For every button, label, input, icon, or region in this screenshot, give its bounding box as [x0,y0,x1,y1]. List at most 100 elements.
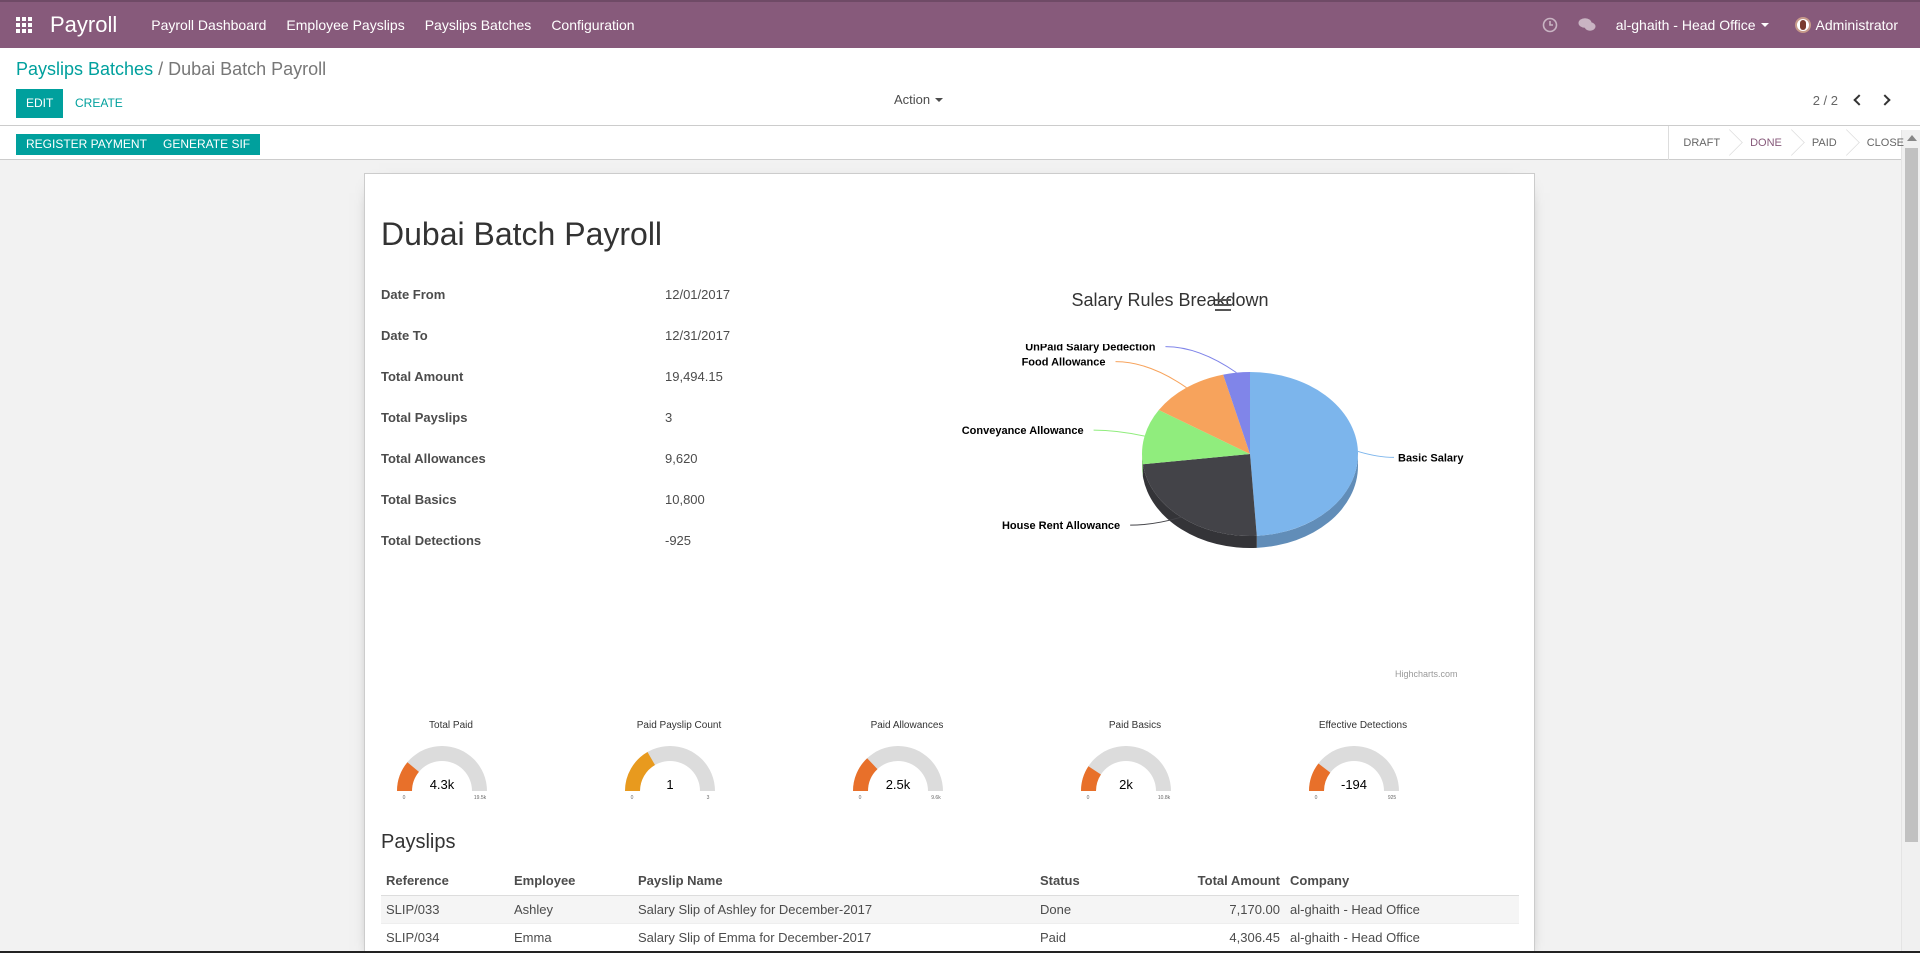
chart-title: Salary Rules Breakdown [1071,290,1269,310]
nav-configuration[interactable]: Configuration [551,17,634,33]
user-name: Administrator [1815,17,1898,33]
pie-data-label: Food Allowance [1022,357,1106,369]
gauge-dial: 2k 0 10.8k [1081,746,1171,801]
main-navbar: Payroll Payroll Dashboard Employee Paysl… [0,0,1920,48]
gauge-value: -194 [1341,777,1367,792]
field-value: 19,494.15 [665,369,723,384]
action-dropdown[interactable]: Action [894,92,944,107]
chart-menu-icon[interactable] [1215,299,1231,313]
field-label: Total Basics [381,492,457,507]
gauge-min-label: 0 [1087,795,1090,801]
gauge-max-label: 10.8k [1158,795,1171,801]
breadcrumb-parent[interactable]: Payslips Batches [16,59,153,79]
company-switcher[interactable]: al-ghaith - Head Office [1616,17,1769,33]
field-label: Date From [381,287,446,302]
gauge-value: 4.3k [430,777,455,792]
gauge-fill [625,752,655,791]
cell-payslip-name: Salary Slip of Ashley for December-2017 [633,895,1035,924]
field-label: Total Allowances [381,451,486,466]
gauge-value: 2.5k [886,777,911,792]
stage-paid[interactable]: PAID [1798,126,1853,160]
pager-value[interactable]: 2 / 2 [1813,93,1838,108]
gauge-max-label: 3 [707,795,710,801]
column-header[interactable]: Reference [381,867,509,896]
cell-total-amount: 7,170.00 [1135,895,1285,924]
activity-clock-icon[interactable] [1542,17,1558,33]
column-header[interactable]: Employee [509,867,633,896]
column-header[interactable]: Company [1285,867,1519,896]
nav-employee-payslips[interactable]: Employee Payslips [286,17,404,33]
gauge-dial: 4.3k 0 19.5k [397,746,487,801]
cell-status: Done [1035,895,1135,924]
field-label: Date To [381,328,428,343]
action-label: Action [894,92,931,107]
company-name: al-ghaith - Head Office [1615,17,1756,33]
apps-menu-icon[interactable] [0,2,48,48]
breadcrumb: Payslips Batches / Dubai Batch Payroll [16,59,326,80]
field-value: 9,620 [665,451,698,466]
cell-employee: Emma [509,923,633,952]
column-header[interactable]: Total Amount [1135,867,1285,896]
gauge-value: 2k [1119,777,1133,792]
gauge-widget: Effective Detections -194 0 925 [1293,720,1433,810]
caret-down-icon [935,97,944,102]
gauge-widget: Total Paid 4.3k 0 19.5k [381,720,521,810]
gauge-widget: Paid Payslip Count 1 0 3 [609,720,749,810]
edit-button[interactable]: EDIT [16,89,64,118]
user-menu[interactable]: Administrator [1794,17,1898,33]
field-label: Total Amount [381,369,464,384]
gauge-title: Effective Detections [1318,720,1408,731]
pie-connector [1115,361,1187,389]
gauge-dial: 2.5k 0 9.6k [853,746,943,801]
messages-icon[interactable] [1578,17,1596,33]
table-row[interactable]: SLIP/034 Emma Salary Slip of Emma for De… [381,923,1519,952]
pie-data-label: UnPaid Salary Dedection [1025,344,1155,354]
pager-next-button[interactable] [1872,91,1898,109]
control-panel: Payslips Batches / Dubai Batch Payroll EDI… [0,48,1920,126]
pager-previous-button[interactable] [1846,91,1872,109]
pie-connector [1165,346,1237,374]
stage-label: CLOSE [1866,137,1904,149]
nav-payroll-dashboard[interactable]: Payroll Dashboard [151,17,266,33]
pie-slice[interactable] [1250,372,1359,536]
gauge-title: Paid Payslip Count [636,720,722,731]
pie-connector [1093,429,1145,437]
nav-payslips-batches[interactable]: Payslips Batches [425,17,532,33]
pie-slice[interactable] [1142,454,1257,536]
gauge-title: Total Paid [429,720,473,731]
stage-draft[interactable]: DRAFT [1669,126,1736,160]
create-button[interactable]: CREATE [73,89,125,118]
page-scrollbar[interactable] [1901,130,1920,953]
cell-company: al-ghaith - Head Office [1285,895,1519,924]
gauge-title: Paid Basics [1108,720,1162,731]
scroll-up-icon[interactable] [1907,135,1917,141]
field-value: 10,800 [665,492,705,507]
payslips-section-title: Payslips [381,831,456,853]
gauge-widget: Paid Allowances 2.5k 0 9.6k [837,720,977,810]
cell-employee: Ashley [509,895,633,924]
gauge-max-label: 19.5k [474,795,487,801]
gauge-min-label: 0 [859,795,862,801]
highcharts-credit[interactable]: Highcharts.com [1395,669,1458,679]
cell-reference: SLIP/033 [381,895,509,924]
field-label: Total Payslips [381,410,468,425]
table-row[interactable]: SLIP/033 Ashley Salary Slip of Ashley fo… [381,895,1519,924]
scrollbar-thumb[interactable] [1905,148,1918,842]
pie-chart: Basic Salary House Rent Allowance Conveyan… [962,344,1464,548]
breadcrumb-separator: / [158,59,164,79]
column-header[interactable]: Status [1035,867,1135,896]
gauge-dial: 1 0 3 [625,746,715,801]
stage-label: PAID [1811,137,1837,149]
stage-done[interactable]: DONE [1736,126,1798,160]
avatar [1794,17,1811,33]
app-brand[interactable]: Payroll [50,12,117,38]
pie-connector [1357,450,1395,458]
form-statusbar: REGISTER PAYMENT GENERATE SIF DRAFT DONE… [0,126,1920,160]
pie-data-label: Basic Salary [1398,452,1464,464]
gauge-min-label: 0 [631,795,634,801]
caret-down-icon [1760,23,1769,27]
cell-status: Paid [1035,923,1135,952]
register-payment-button[interactable]: REGISTER PAYMENT [16,134,157,155]
generate-sif-button[interactable]: GENERATE SIF [153,134,261,155]
column-header[interactable]: Payslip Name [633,867,1035,896]
